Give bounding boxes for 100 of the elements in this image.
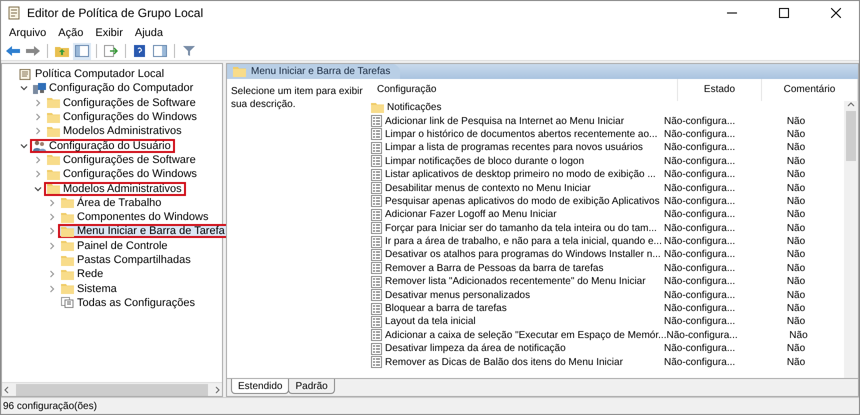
setting-name[interactable]: Adicionar Fazer Logoff ao Menu Iniciar	[369, 208, 664, 221]
setting-icon	[371, 356, 382, 368]
setting-name[interactable]: Adicionar a caixa de seleção "Executar em Espaço de Memór...	[369, 329, 666, 342]
menu-item[interactable]: Exibir	[89, 24, 129, 42]
setting-icon	[371, 182, 382, 194]
tree-item[interactable]: Rede	[58, 267, 108, 282]
comment-cell-text: Não	[786, 303, 806, 314]
setting-icon	[371, 316, 382, 328]
setting-icon	[371, 236, 382, 248]
maximize-icon	[779, 8, 789, 18]
setting-icon	[371, 168, 382, 181]
setting-name[interactable]: Desabilitar menus de contexto no Menu Iniciar	[369, 182, 664, 194]
comment-cell-text: Não	[786, 142, 806, 154]
tree-item[interactable]: Configurações do Windows	[44, 167, 201, 182]
policy-icon	[19, 68, 32, 80]
setting-name[interactable]: Desativar os atalhos para programas do Windows Installer n...	[369, 248, 664, 261]
view-tab[interactable]: Estendido	[231, 379, 290, 394]
tree-item[interactable]: Pastas Compartilhadas	[58, 253, 195, 267]
folder-icon	[233, 66, 246, 77]
folder-icon	[61, 283, 74, 294]
tree-item[interactable]: Área de Trabalho	[58, 196, 166, 210]
tree-item[interactable]: Configuração do Usuário	[30, 138, 175, 153]
folder-row[interactable]: Notificações	[369, 102, 664, 114]
column-header[interactable]: Estado	[678, 79, 762, 101]
app-icon	[7, 6, 21, 20]
setting-name[interactable]: Pesquisar apenas aplicativos do modo de exibição Aplicativos	[369, 195, 664, 208]
setting-name[interactable]: Bloquear a barra de tarefas	[369, 302, 664, 315]
tree-item[interactable]: Configurações de Software	[44, 152, 200, 167]
setting-icon	[371, 128, 382, 140]
folder-icon	[61, 268, 74, 280]
state-cell-text: Não-configura...	[664, 128, 736, 140]
comment-cell-text: Não	[786, 222, 806, 234]
comment-cell-text: Não	[786, 356, 806, 368]
setting-name[interactable]: Remover lista "Adicionados recentemente" do Menu Iniciar	[369, 276, 664, 288]
column-header[interactable]: Configuração	[369, 79, 678, 101]
comment-cell-text: Não	[786, 196, 806, 207]
setting-icon	[371, 329, 382, 342]
setting-icon	[371, 208, 382, 221]
tree-item[interactable]: Modelos Administrativos	[44, 124, 186, 138]
scroll-up-icon[interactable]	[847, 101, 855, 109]
setting-name[interactable]: Remover as Dicas de Balão dos itens do Menu Iniciar	[369, 356, 664, 368]
state-cell-text: Não-configura...	[664, 196, 736, 207]
folder-icon	[61, 226, 74, 237]
console-tree-icon[interactable]	[73, 42, 91, 60]
folder-icon	[47, 154, 60, 166]
setting-icon	[371, 142, 382, 154]
view-tab[interactable]: Padrão	[288, 379, 335, 394]
setting-icon	[371, 115, 382, 128]
comment-cell-text: Não	[786, 249, 806, 260]
state-cell-text: Não-configura...	[664, 262, 736, 274]
tree-item[interactable]: Configurações do Windows	[44, 110, 201, 124]
state-cell-text: Não-configura...	[666, 330, 739, 341]
setting-name[interactable]: Forçar para Iniciar ser do tamanho da tela inteira ou do tam...	[369, 222, 664, 234]
state-cell-text: Não-configura...	[664, 290, 736, 301]
users-icon	[33, 140, 46, 152]
tree-item[interactable]: Modelos Administrativos	[44, 182, 186, 196]
scrollbar-thumb[interactable]	[16, 384, 208, 396]
state-cell-text: Não-configura...	[664, 182, 736, 194]
setting-name[interactable]: Remover a Barra de Pessoas da barra de tarefas	[369, 262, 664, 274]
setting-icon	[371, 248, 382, 261]
scrollbar-thumb[interactable]	[846, 111, 856, 161]
comment-cell-text: Não	[786, 316, 806, 328]
setting-name[interactable]: Limpar a lista de programas recentes para novos usuários	[369, 142, 664, 154]
tree-item[interactable]: Política Computador Local	[16, 67, 168, 82]
comment-cell-text: Não	[788, 330, 809, 341]
setting-name[interactable]: Limpar o histórico de documentos abertos recentemente ao...	[369, 128, 664, 140]
folder-icon	[47, 112, 60, 123]
setting-name[interactable]: Adicionar link de Pesquisa na Internet ao Menu Iniciar	[369, 115, 664, 128]
tree-item[interactable]: Componentes do Windows	[58, 210, 212, 224]
tree-item[interactable]: Configuração do Computador	[30, 81, 198, 96]
folder-icon	[61, 212, 74, 223]
export-list-icon[interactable]	[102, 42, 120, 60]
menu-item[interactable]: Ajuda	[128, 24, 170, 42]
setting-icon	[371, 342, 382, 355]
tree-item[interactable]: Sistema	[58, 282, 121, 296]
state-cell-text: Não-configura...	[664, 156, 736, 167]
folder-icon	[47, 168, 60, 180]
tree-item[interactable]: Configurações de Software	[44, 96, 200, 110]
tree-item[interactable]: Menu Iniciar e Barra de Tarefa	[58, 224, 229, 238]
action-pane-icon[interactable]	[151, 42, 169, 60]
window-title: Editor de Política de Grupo Local	[27, 6, 204, 20]
tree-item[interactable]: Painel de Controle	[58, 238, 172, 253]
menu-item[interactable]: Arquivo	[3, 24, 52, 42]
setting-name[interactable]: Listar aplicativos de desktop primeiro no modo de exibição ...	[369, 168, 664, 181]
setting-name[interactable]: Desativar limpeza da área de notificação	[369, 342, 664, 355]
tree-item[interactable]: Todas as Configurações	[58, 296, 200, 310]
close-icon	[831, 8, 841, 18]
menu-item[interactable]: Ação	[52, 24, 90, 42]
comment-cell-text: Não	[786, 290, 806, 301]
state-cell-text: Não-configura...	[664, 316, 736, 328]
setting-icon	[371, 222, 382, 234]
state-cell-text: Não-configura...	[664, 249, 736, 260]
setting-icon	[371, 155, 382, 168]
setting-name[interactable]: Ir para a área de trabalho, e não para a tela inicial, quando e...	[369, 236, 664, 248]
state-cell-text: Não-configura...	[664, 276, 736, 288]
setting-name[interactable]: Desativar menus personalizados	[369, 289, 664, 302]
setting-icon	[371, 262, 382, 274]
setting-name[interactable]: Layout da tela inicial	[369, 316, 664, 328]
state-cell-text: Não-configura...	[664, 116, 736, 127]
setting-name[interactable]: Limpar notificações de bloco durante o logon	[369, 155, 664, 168]
